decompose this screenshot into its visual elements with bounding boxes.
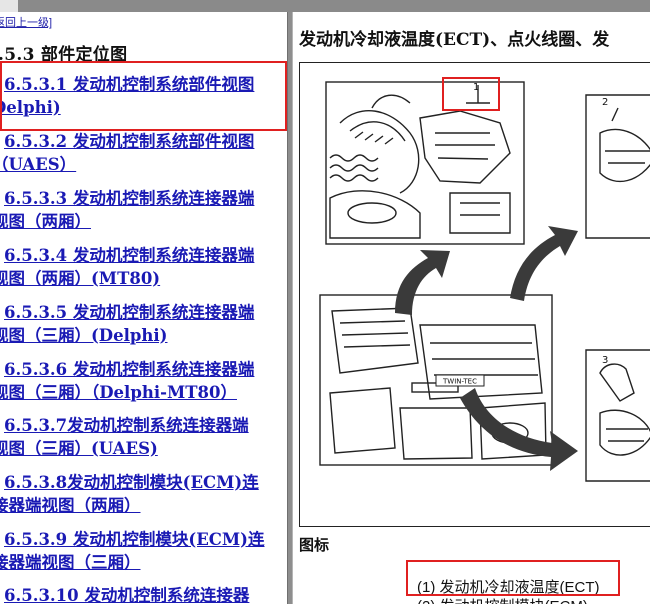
toc-link-line1: 6.5.3.8发动机控制模块(ECM)连 — [4, 473, 259, 492]
toc-link-6-5-3-2[interactable]: 6.5.3.2 发动机控制系统部件视图 （UAES） — [0, 130, 287, 176]
toc-link-line1: 6.5.3.9 发动机控制模块(ECM)连 — [4, 530, 265, 549]
top-toolbar-strip — [0, 0, 650, 12]
toc-link-line2: 视图（两厢） — [0, 212, 91, 231]
toc-link-6-5-3-5[interactable]: 6.5.3.5 发动机控制系统连接器端 视图（三厢）(Delphi) — [0, 301, 287, 347]
toc-link-6-5-3-10[interactable]: 6.5.3.10 发动机控制系统连接器 — [0, 584, 287, 604]
legend-heading: 图标 — [299, 536, 330, 554]
engine-badge-label: TWIN-TEC — [442, 378, 477, 386]
back-to-parent-link[interactable]: 返回上一级] — [0, 14, 52, 30]
arrow-up-icon — [395, 250, 450, 315]
toc-link-line2: 接器端视图（两厢） — [0, 496, 141, 515]
toc-link-line1: 6.5.3.7发动机控制系统连接器端 — [4, 416, 249, 435]
highlight-box-toc — [0, 61, 287, 131]
toc-link-line1: 6.5.3.6 发动机控制系统连接器端 — [4, 360, 255, 379]
toc-link-line1: 6.5.3.5 发动机控制系统连接器端 — [4, 303, 255, 322]
highlight-box-callout-1 — [442, 77, 500, 111]
engine-diagram-illustration: TWIN-TEC 1 2 3 — [319, 81, 650, 482]
arrow-down-right-icon — [460, 388, 578, 471]
toc-link-line2: 视图（三厢）（Delphi-MT80） — [0, 383, 237, 402]
toc-link-6-5-3-7[interactable]: 6.5.3.7发动机控制系统连接器端 视图（三厢）(UAES) — [0, 414, 287, 460]
toc-link-line1: 6.5.3.3 发动机控制系统连接器端 — [4, 189, 255, 208]
legend-item-2: (2) 发动机控制模块(ECM) — [417, 595, 588, 604]
toc-link-line1: 6.5.3.10 发动机控制系统连接器 — [4, 586, 250, 604]
toc-link-line1: 6.5.3.4 发动机控制系统连接器端 — [4, 246, 255, 265]
toc-link-line2: 接器端视图（三厢） — [0, 553, 141, 572]
callout-3-label: 3 — [602, 355, 608, 366]
toc-link-line2: （UAES） — [0, 155, 77, 174]
toolbar-corner — [0, 0, 18, 12]
highlight-box-legend-1 — [406, 560, 620, 596]
toc-link-line1: 6.5.3.2 发动机控制系统部件视图 — [4, 132, 255, 151]
arrow-up-right-icon — [510, 226, 578, 301]
toc-link-line2: 视图（三厢）(Delphi) — [0, 326, 168, 345]
component-location-figure: TWIN-TEC 1 2 3 — [299, 62, 650, 527]
toc-link-6-5-3-4[interactable]: 6.5.3.4 发动机控制系统连接器端 视图（两厢）(MT80) — [0, 244, 287, 290]
toc-link-line2: 视图（三厢）(UAES) — [0, 439, 158, 458]
toc-link-6-5-3-8[interactable]: 6.5.3.8发动机控制模块(ECM)连 接器端视图（两厢） — [0, 471, 287, 517]
page-title: 发动机冷却液温度(ECT)、点火线圈、发 — [299, 30, 610, 50]
toc-link-6-5-3-9[interactable]: 6.5.3.9 发动机控制模块(ECM)连 接器端视图（三厢） — [0, 528, 287, 574]
toc-pane[interactable]: 返回上一级] .5.3 部件定位图 6.5.3.1 发动机控制系统部件视图 De… — [0, 12, 287, 604]
callout-2-label: 2 — [602, 97, 608, 108]
content-pane: 发动机冷却液温度(ECT)、点火线圈、发 TWIN-TEC 1 2 3 图标 (… — [293, 12, 650, 604]
toc-link-6-5-3-6[interactable]: 6.5.3.6 发动机控制系统连接器端 视图（三厢）（Delphi-MT80） — [0, 358, 287, 404]
toc-link-6-5-3-3[interactable]: 6.5.3.3 发动机控制系统连接器端 视图（两厢） — [0, 187, 287, 233]
toc-link-line2: 视图（两厢）(MT80) — [0, 269, 161, 288]
